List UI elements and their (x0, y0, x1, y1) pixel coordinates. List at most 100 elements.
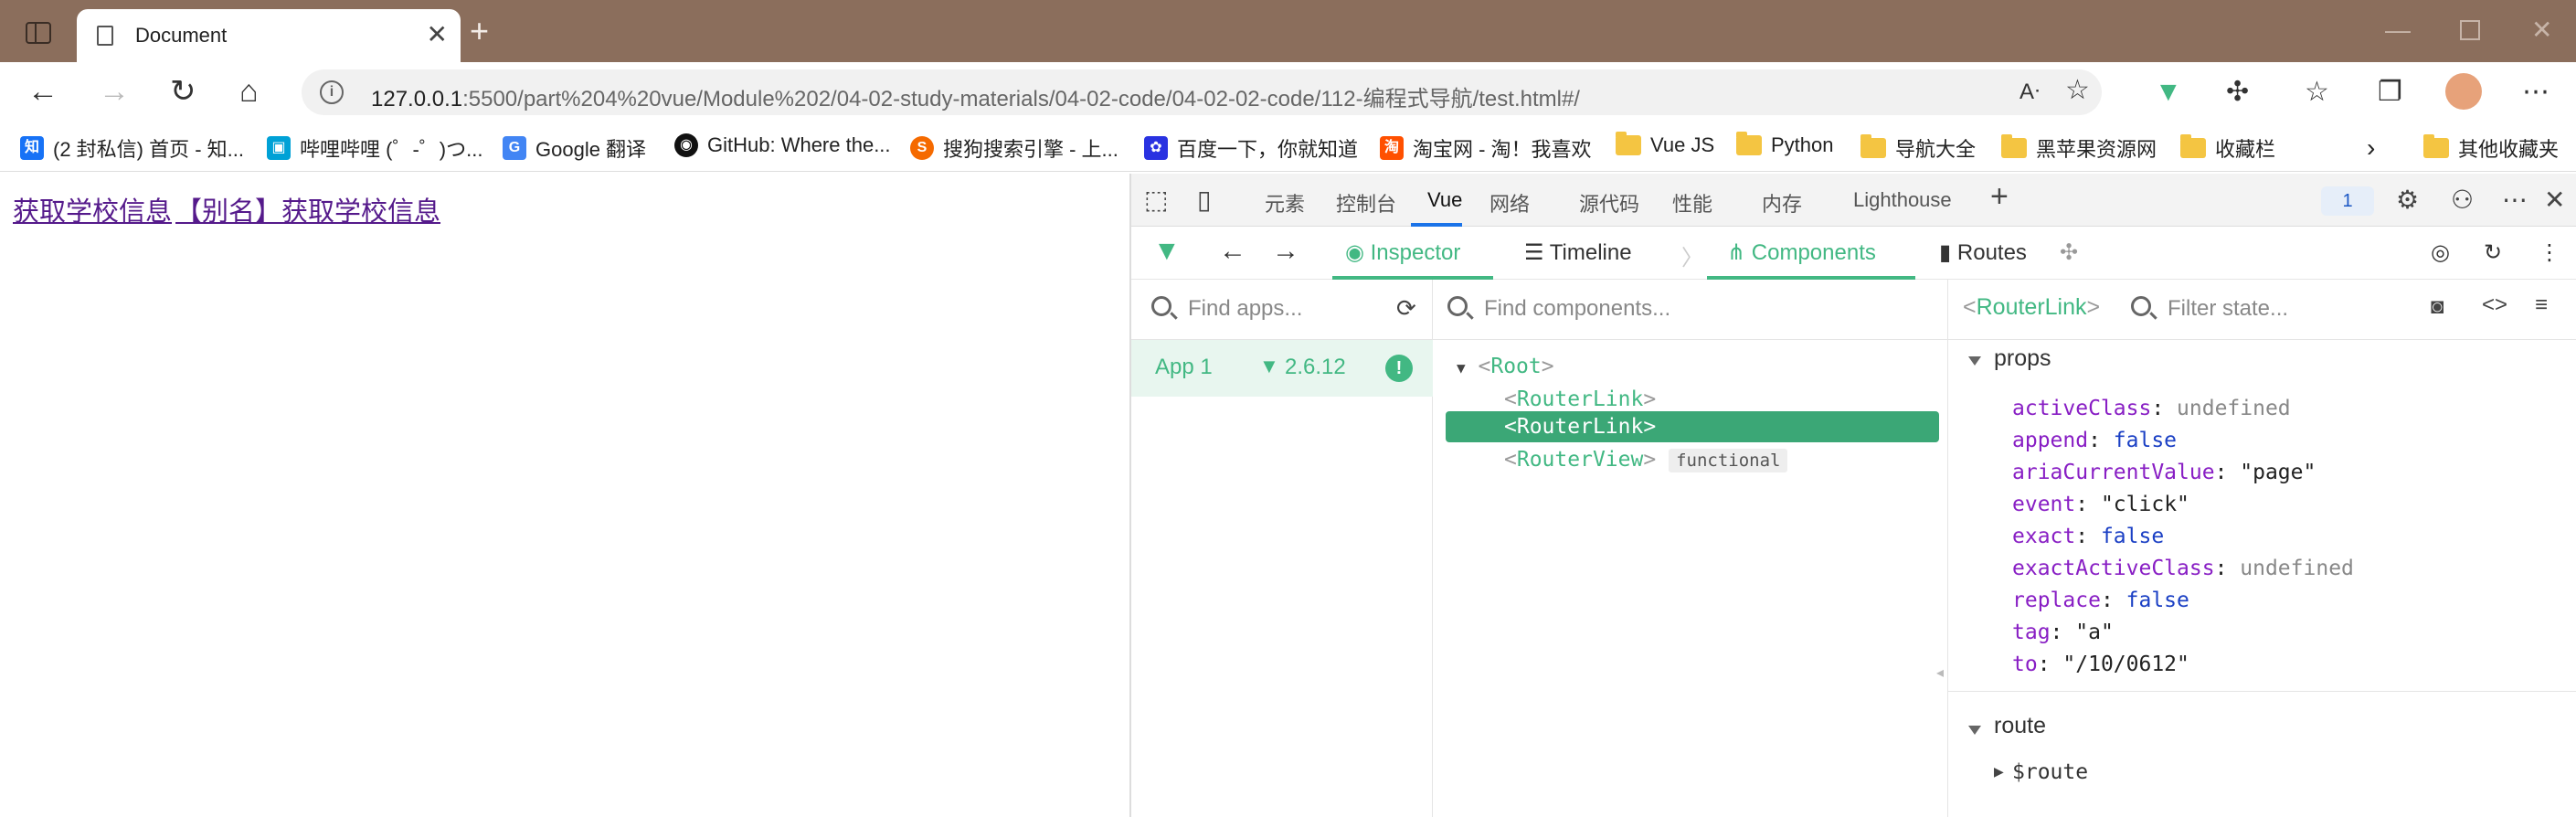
prop-value: "click" (2100, 493, 2189, 516)
forward-icon[interactable]: → (99, 73, 130, 110)
collections-icon[interactable]: ❐ (2378, 79, 2402, 106)
bookmark-taobao[interactable]: 淘淘宝网 - 淘！我喜欢 (1380, 133, 1592, 163)
tab-elements[interactable]: 元素 (1265, 188, 1305, 218)
menu-icon[interactable]: ⋮ (2539, 239, 2560, 266)
favorites-icon[interactable]: ☆ (2305, 79, 2329, 106)
app-name: App 1 (1155, 355, 1213, 379)
prop-value: undefined (2177, 397, 2291, 420)
route-section-title[interactable]: route (1994, 713, 2046, 739)
sogou-icon: S (910, 136, 934, 160)
navigation-bar: ← → ↻ ⌂ i 127.0.0.1:5500/part%204%20vue/… (0, 62, 2576, 122)
bookmark-label: 百度一下，你就知道 (1177, 138, 1359, 161)
bookmark-folder-favorites-bar[interactable]: 收藏栏 (2180, 133, 2275, 163)
bookmark-folder-nav[interactable]: 导航大全 (1860, 133, 1976, 163)
tab-routes[interactable]: ▮ Routes (1939, 239, 2027, 266)
bookmark-folder-vuejs[interactable]: Vue JS (1616, 132, 1714, 157)
site-info-icon[interactable]: i (320, 80, 344, 104)
refresh-apps-icon[interactable]: ⟳ (1396, 294, 1416, 323)
caret-down-icon[interactable] (1968, 356, 1981, 366)
bookmark-google-translate[interactable]: G Google 翻译 (503, 133, 646, 163)
maximize-icon[interactable] (2460, 20, 2480, 40)
bookmark-zhihu[interactable]: 知 (2 封私信) 首页 - 知... (20, 133, 244, 163)
minimize-icon[interactable]: — (2385, 16, 2411, 44)
show-render-code-icon[interactable]: ≡ (2535, 292, 2548, 318)
apps-column: Find apps... ⟳ App 1 ▼ 2.6.12 ! (1131, 280, 1433, 817)
profile-avatar[interactable] (2445, 73, 2482, 110)
scroll-to-component-icon[interactable]: ◙ (2431, 294, 2444, 320)
new-tab-icon[interactable]: + (470, 13, 489, 49)
props-section-title[interactable]: props (1994, 345, 2051, 372)
caret-right-icon[interactable]: ▶ (1994, 764, 2004, 780)
more-tabs-icon[interactable]: + (1990, 181, 2009, 212)
issues-badge[interactable]: 1 (2321, 186, 2374, 216)
close-devtools-icon[interactable]: ✕ (2544, 186, 2565, 214)
extensions-icon[interactable]: ✣ (2226, 79, 2249, 106)
bookmarks-overflow-icon[interactable]: › (2367, 133, 2375, 163)
bookmark-sogou[interactable]: S 搜狗搜索引擎 - 上... (910, 133, 1118, 163)
tab-timeline[interactable]: ☰ Timeline (1524, 239, 1632, 266)
google-translate-icon: G (503, 136, 526, 160)
get-school-info-link[interactable]: 获取学校信息 (13, 190, 172, 228)
filter-state-input[interactable]: Filter state... (2168, 296, 2288, 322)
home-icon[interactable]: ⌂ (239, 73, 259, 110)
tree-node-routerlink-2[interactable]: <RouterLink> (1504, 415, 1656, 439)
device-toolbar-icon[interactable]: ▯ (1197, 186, 1211, 214)
tree-node-routerview[interactable]: <RouterView> functional (1504, 448, 1788, 472)
tab-network[interactable]: 网络 (1489, 188, 1530, 218)
prop-row: replace: false (2012, 589, 2189, 612)
alias-get-school-info-link[interactable]: 【别名】获取学校信息 (175, 190, 440, 228)
tree-node-routerlink-1[interactable]: <RouterLink> (1504, 387, 1656, 411)
find-apps-input[interactable]: Find apps... (1188, 296, 1302, 322)
state-inspector-column: <RouterLink> Filter state... ◙ <> ≡ prop… (1948, 280, 2576, 817)
tab-actions-icon[interactable] (26, 22, 51, 44)
bookmark-baidu[interactable]: ✿ 百度一下，你就知道 (1144, 133, 1358, 163)
bookmark-folder-hackintosh[interactable]: 黑苹果资源网 (2001, 133, 2157, 163)
refresh-icon[interactable]: ↻ (2484, 239, 2502, 266)
prop-key: exact (2012, 525, 2076, 548)
settings-gear-icon[interactable]: ⚙ (2396, 186, 2419, 214)
puzzle-icon[interactable]: ✣ (2060, 239, 2078, 266)
vue-logo-icon: ▼ (1259, 355, 1279, 377)
route-item[interactable]: $route (2012, 760, 2088, 784)
url-text[interactable]: 127.0.0.1:5500/part%204%20vue/Module%202… (371, 80, 1580, 112)
prop-key: replace (2012, 589, 2101, 612)
close-tab-icon[interactable]: ✕ (427, 18, 448, 51)
prop-value: "page" (2240, 461, 2316, 484)
prop-value: undefined (2240, 557, 2354, 580)
tab-inspector[interactable]: ◉ Inspector (1345, 239, 1460, 266)
find-components-input[interactable]: Find components... (1484, 296, 1670, 322)
caret-down-icon[interactable] (1968, 726, 1981, 735)
selected-component-name: RouterLink (1976, 294, 2087, 320)
tab-memory[interactable]: 内存 (1762, 188, 1802, 218)
browser-tab[interactable]: Document ✕ (77, 9, 461, 62)
back-icon[interactable]: ← (27, 73, 58, 110)
tab-vue[interactable]: Vue (1427, 188, 1462, 212)
bookmark-github[interactable]: ◉ GitHub: Where the... (674, 133, 891, 157)
add-favorite-icon[interactable]: ☆ (2065, 77, 2090, 104)
bookmark-folder-python[interactable]: Python (1736, 132, 1834, 157)
more-menu-icon[interactable]: ⋯ (2522, 79, 2549, 106)
bookmark-bilibili[interactable]: ▣ 哔哩哔哩 (゜-゜)つ... (267, 133, 482, 163)
tab-console[interactable]: 控制台 (1336, 188, 1396, 218)
tree-node-root[interactable]: ▼ <Root> (1457, 355, 1554, 378)
inspect-element-icon[interactable]: ⬚ (1144, 186, 1168, 214)
tab-sources[interactable]: 源代码 (1579, 188, 1639, 218)
back-arrow-icon[interactable]: ← (1219, 236, 1246, 267)
tab-performance[interactable]: 性能 (1672, 188, 1712, 218)
tab-lighthouse[interactable]: Lighthouse (1853, 188, 1952, 212)
collapse-handle-icon[interactable]: ◂ (1936, 663, 1944, 682)
prop-value: "a" (2075, 621, 2114, 644)
forward-arrow-icon[interactable]: → (1272, 236, 1299, 267)
inspect-dom-icon[interactable]: <> (2482, 292, 2507, 318)
read-aloud-icon[interactable]: Aᐧ (2019, 79, 2040, 106)
vue-devtools-extension-icon[interactable]: ▼ (2155, 79, 2182, 106)
app-row[interactable]: App 1 ▼ 2.6.12 ! (1131, 340, 1433, 397)
customize-icon[interactable]: ⚇ (2451, 186, 2474, 214)
bookmark-folder-other[interactable]: 其他收藏夹 (2423, 133, 2559, 163)
refresh-icon[interactable]: ↻ (170, 73, 196, 110)
select-component-icon[interactable]: ◎ (2431, 239, 2450, 266)
tab-components[interactable]: ⋔ Components (1727, 239, 1876, 266)
more-options-icon[interactable]: ⋯ (2502, 186, 2528, 214)
close-window-icon[interactable]: ✕ (2531, 16, 2552, 44)
address-bar[interactable]: i 127.0.0.1:5500/part%204%20vue/Module%2… (302, 69, 2102, 115)
